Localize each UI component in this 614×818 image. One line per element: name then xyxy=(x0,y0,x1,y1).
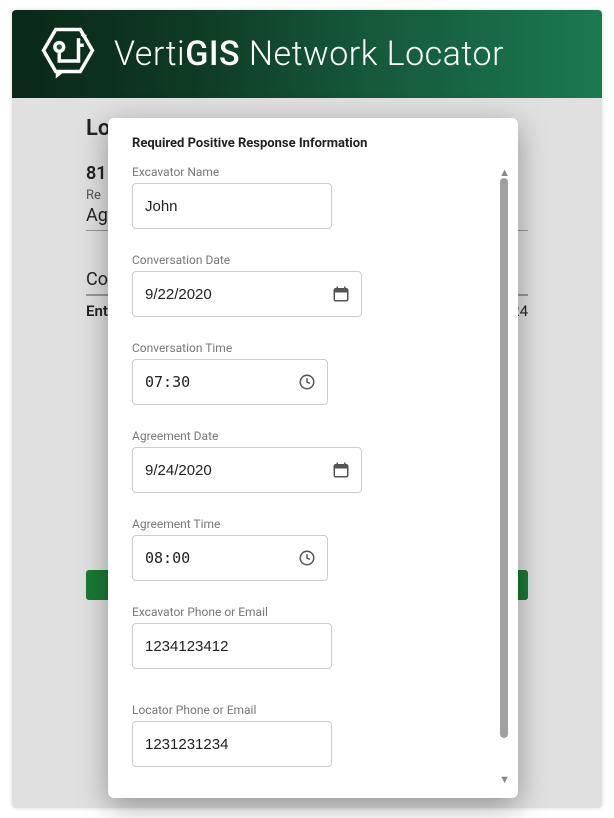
vertigis-logo-icon xyxy=(40,26,96,82)
conversation-time-label: Conversation Time xyxy=(132,341,490,355)
modal-title: Required Positive Response Information xyxy=(132,136,518,151)
header-title: VertiGIS Network Locator xyxy=(114,34,504,74)
scrollbar-track[interactable] xyxy=(500,178,508,738)
excavator-name-label: Excavator Name xyxy=(132,165,490,179)
clock-icon[interactable] xyxy=(298,549,316,567)
scroll-down-icon[interactable]: ▼ xyxy=(499,773,510,786)
scrollbar-thumb[interactable] xyxy=(500,178,508,738)
excavator-contact-label: Excavator Phone or Email xyxy=(132,605,490,619)
excavator-contact-input[interactable] xyxy=(132,623,332,669)
locator-contact-label: Locator Phone or Email xyxy=(132,703,490,717)
modal-scroll-area[interactable]: Excavator Name Conversation Date Convers… xyxy=(132,165,518,780)
positive-response-modal: Required Positive Response Information E… xyxy=(108,118,518,798)
excavator-name-input[interactable] xyxy=(132,183,332,229)
agreement-date-input[interactable] xyxy=(132,447,362,493)
agreement-date-label: Agreement Date xyxy=(132,429,490,443)
calendar-icon[interactable] xyxy=(332,461,350,479)
clock-icon[interactable] xyxy=(298,373,316,391)
locator-contact-input[interactable] xyxy=(132,721,332,767)
conversation-date-label: Conversation Date xyxy=(132,253,490,267)
header-banner: VertiGIS Network Locator xyxy=(12,10,602,98)
conversation-date-input[interactable] xyxy=(132,271,362,317)
agreement-time-label: Agreement Time xyxy=(132,517,490,531)
calendar-icon[interactable] xyxy=(332,285,350,303)
